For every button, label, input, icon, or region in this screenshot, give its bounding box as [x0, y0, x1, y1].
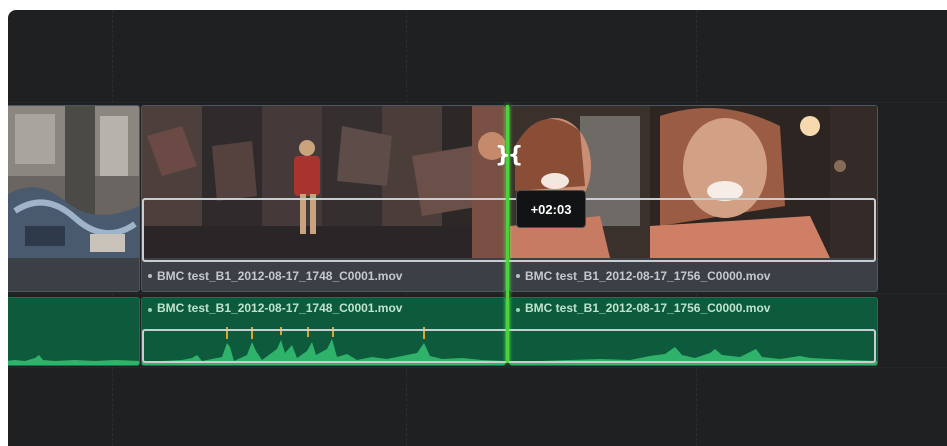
- clip-thumbnail: [8, 106, 139, 258]
- clip-name-text: BMC test_B1_2012-08-17_1756_C0000.mov: [525, 301, 771, 315]
- track-divider: [8, 102, 947, 103]
- clip-name-text: BMC test_B1_2012-08-17_1748_C0001.mov: [157, 301, 403, 315]
- clip-name: [8, 261, 139, 291]
- clip-dot-icon: [516, 274, 520, 278]
- clip-dot-icon: [516, 308, 520, 312]
- trim-offset-tooltip: +02:03: [516, 190, 586, 228]
- trim-selection-audio[interactable]: [142, 329, 876, 363]
- track-divider: [8, 367, 947, 368]
- audio-clip-previous[interactable]: [8, 297, 140, 366]
- clip-name: BMC test_B1_2012-08-17_1756_C0000.mov: [510, 261, 877, 291]
- clip-name-text: BMC test_B1_2012-08-17_1756_C0000.mov: [525, 269, 771, 283]
- clip-dot-icon: [148, 308, 152, 312]
- track-divider: [8, 293, 947, 294]
- trim-selection-video[interactable]: [142, 198, 876, 262]
- clip-dot-icon: [148, 274, 152, 278]
- clip-name: BMC test_B1_2012-08-17_1756_C0000.mov: [516, 301, 770, 315]
- clip-name: BMC test_B1_2012-08-17_1748_C0001.mov: [148, 301, 402, 315]
- timeline-panel[interactable]: BMC test_B1_2012-08-17_1748_C0001.mov BM…: [8, 10, 947, 446]
- clip-name-text: BMC test_B1_2012-08-17_1748_C0001.mov: [157, 269, 403, 283]
- audio-waveform: [8, 355, 139, 365]
- video-clip-previous[interactable]: [8, 105, 140, 292]
- clip-name: BMC test_B1_2012-08-17_1748_C0001.mov: [142, 261, 505, 291]
- roll-trim-icon[interactable]: }{: [495, 143, 523, 168]
